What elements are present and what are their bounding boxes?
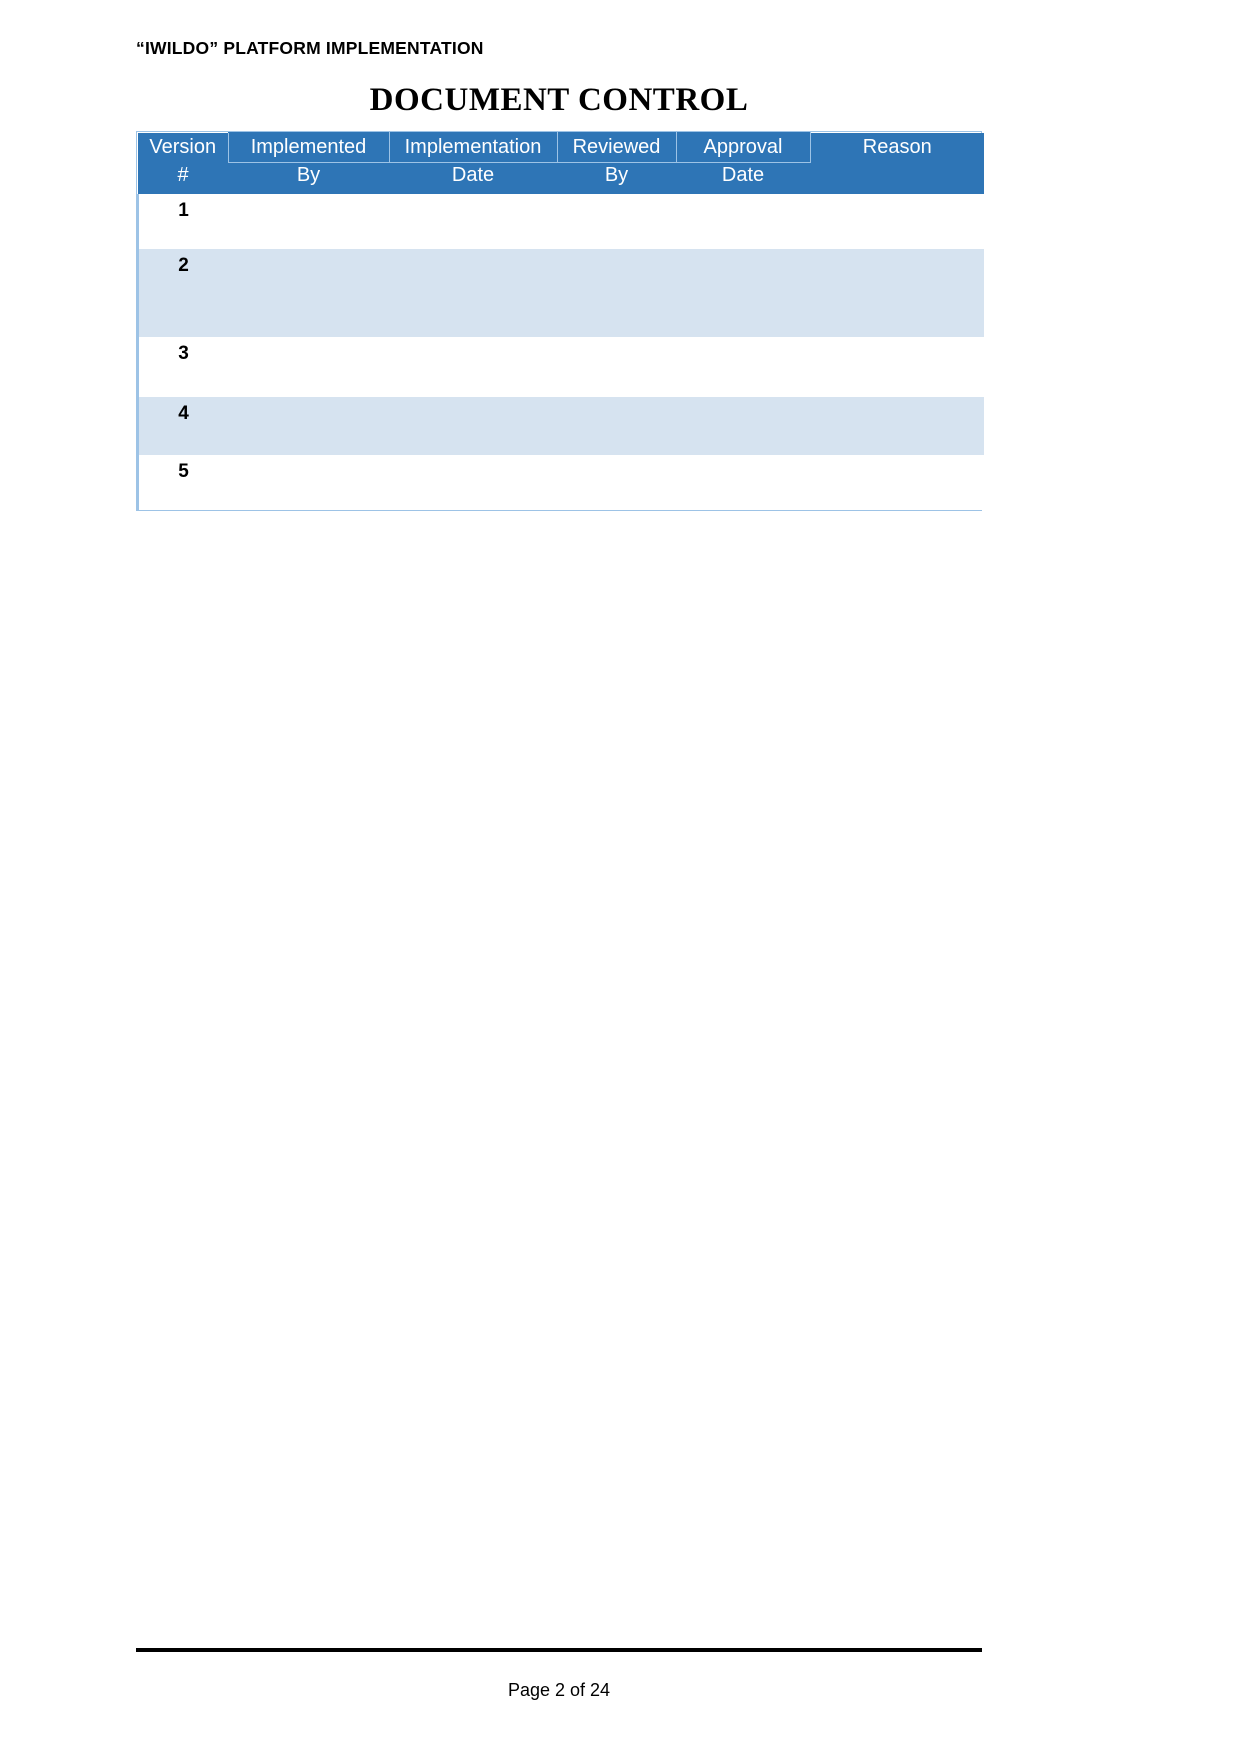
column-subheader-implementation-date: Date: [389, 162, 557, 194]
cell-implemented-by[interactable]: [228, 455, 389, 510]
column-header-implementation-date: Implementation: [388, 132, 558, 163]
cell-reviewed-by[interactable]: [557, 337, 676, 397]
column-subheader-reason: [810, 162, 984, 194]
table-row: 2: [137, 249, 984, 337]
column-subheader-reviewed-by: By: [557, 162, 676, 194]
cell-implemented-by[interactable]: [228, 194, 389, 249]
cell-reason[interactable]: [810, 337, 984, 397]
cell-version: 2: [137, 249, 228, 337]
cell-implemented-by[interactable]: [228, 249, 389, 337]
footer-divider: [136, 1648, 982, 1652]
cell-reviewed-by[interactable]: [557, 397, 676, 455]
cell-implementation-date[interactable]: [389, 455, 557, 510]
document-page: “IWILDO” PLATFORM IMPLEMENTATION DOCUMEN…: [0, 0, 1241, 1754]
column-header-implemented-by: Implemented: [227, 132, 390, 163]
cell-reviewed-by[interactable]: [557, 194, 676, 249]
cell-reviewed-by[interactable]: [557, 249, 676, 337]
cell-version: 4: [137, 397, 228, 455]
running-header: “IWILDO” PLATFORM IMPLEMENTATION: [136, 38, 484, 58]
document-control-table: Version Implemented Implementation Revie…: [137, 132, 985, 510]
column-header-approval-date: Approval: [675, 132, 811, 163]
cell-implementation-date[interactable]: [389, 337, 557, 397]
cell-implementation-date[interactable]: [389, 397, 557, 455]
cell-version: 1: [137, 194, 228, 249]
page-title: DOCUMENT CONTROL: [369, 82, 749, 118]
table-header-row-line1: Version Implemented Implementation Revie…: [138, 132, 984, 163]
cell-approval-date[interactable]: [676, 337, 810, 397]
cell-reason[interactable]: [810, 194, 984, 249]
cell-implemented-by[interactable]: [228, 397, 389, 455]
column-header-reason: Reason: [810, 132, 984, 163]
cell-implementation-date[interactable]: [389, 194, 557, 249]
cell-approval-date[interactable]: [676, 194, 810, 249]
table-row: 1: [137, 194, 984, 249]
column-subheader-implemented-by: By: [228, 162, 389, 194]
column-header-reviewed-by: Reviewed: [556, 132, 677, 163]
cell-implemented-by[interactable]: [228, 337, 389, 397]
table-header-row-line2: # By Date By Date: [138, 162, 984, 194]
table-row: 3: [137, 337, 984, 397]
cell-implementation-date[interactable]: [389, 249, 557, 337]
table-row: 4: [137, 397, 984, 455]
cell-reason[interactable]: [810, 455, 984, 510]
table-body: 1 2 3 4 5: [137, 194, 984, 510]
cell-reason[interactable]: [810, 249, 984, 337]
cell-approval-date[interactable]: [676, 455, 810, 510]
cell-reviewed-by[interactable]: [557, 455, 676, 510]
column-header-version: Version: [138, 132, 228, 163]
table-header: Version Implemented Implementation Revie…: [138, 132, 984, 194]
table-row: 5: [137, 455, 984, 510]
column-subheader-approval-date: Date: [676, 162, 810, 194]
cell-approval-date[interactable]: [676, 397, 810, 455]
column-subheader-version: #: [138, 162, 228, 194]
cell-version: 5: [137, 455, 228, 510]
footer-page-number: Page 2 of 24: [507, 1680, 611, 1700]
cell-reason[interactable]: [810, 397, 984, 455]
document-control-table-wrapper: Version Implemented Implementation Revie…: [136, 131, 985, 511]
cell-approval-date[interactable]: [676, 249, 810, 337]
cell-version: 3: [137, 337, 228, 397]
